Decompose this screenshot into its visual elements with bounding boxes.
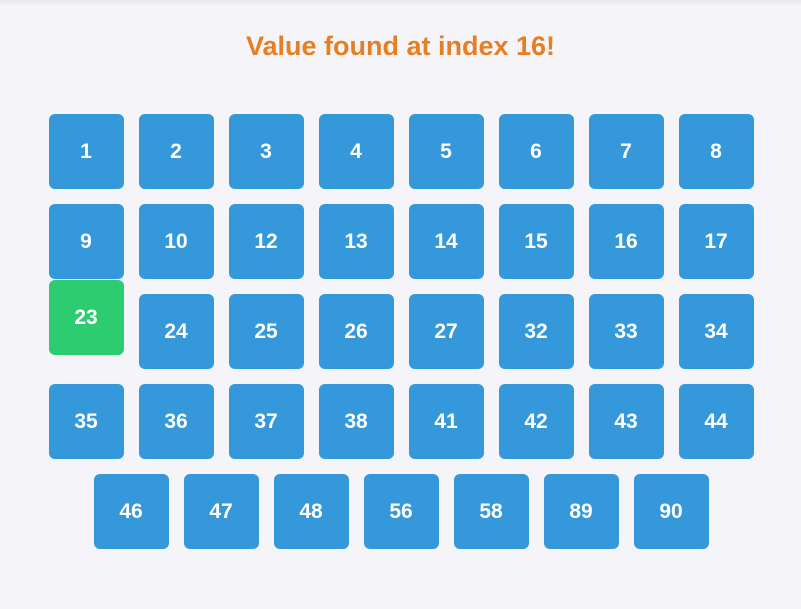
array-cell[interactable]: 7 [588, 114, 664, 189]
array-cell[interactable]: 5 [408, 114, 484, 189]
array-cell[interactable]: 48 [273, 474, 349, 549]
array-cell[interactable]: 14 [408, 204, 484, 279]
array-cell[interactable]: 6 [498, 114, 574, 189]
array-cell[interactable]: 1 [48, 114, 124, 189]
array-cell[interactable]: 27 [408, 294, 484, 369]
status-message: Value found at index 16! [245, 31, 556, 61]
array-cell[interactable]: 32 [498, 294, 574, 369]
array-cell[interactable]: 8 [678, 114, 754, 189]
array-cell[interactable]: 16 [588, 204, 664, 279]
array-cell[interactable]: 26 [318, 294, 394, 369]
array-cell[interactable]: 35 [48, 384, 124, 459]
array-cell-found[interactable]: 23 [48, 280, 124, 355]
array-cell[interactable]: 41 [408, 384, 484, 459]
array-cell[interactable]: 34 [678, 294, 754, 369]
array-cell[interactable]: 17 [678, 204, 754, 279]
array-cell[interactable]: 36 [138, 384, 214, 459]
array-cell[interactable]: 58 [453, 474, 529, 549]
array-cell[interactable]: 2 [138, 114, 214, 189]
array-grid: 1 2 3 4 5 6 7 8 9 10 12 13 14 15 16 17 23 24 25 26 27 32 33 34 3… [41, 106, 761, 556]
array-cell[interactable]: 9 [48, 204, 124, 279]
array-cell[interactable]: 13 [318, 204, 394, 279]
array-cell[interactable]: 90 [633, 474, 709, 549]
array-cell[interactable]: 3 [228, 114, 304, 189]
array-cell[interactable]: 89 [543, 474, 619, 549]
array-cell[interactable]: 4 [318, 114, 394, 189]
array-cell[interactable]: 46 [93, 474, 169, 549]
header-shadow [0, 0, 801, 6]
array-cell[interactable]: 33 [588, 294, 664, 369]
array-cell[interactable]: 44 [678, 384, 754, 459]
array-cell[interactable]: 15 [498, 204, 574, 279]
array-cell[interactable]: 38 [318, 384, 394, 459]
array-cell[interactable]: 42 [498, 384, 574, 459]
array-cell[interactable]: 12 [228, 204, 304, 279]
array-cell[interactable]: 25 [228, 294, 304, 369]
array-cell[interactable]: 10 [138, 204, 214, 279]
array-cell[interactable]: 43 [588, 384, 664, 459]
array-cell[interactable]: 37 [228, 384, 304, 459]
array-cell[interactable]: 24 [138, 294, 214, 369]
array-cell[interactable]: 56 [363, 474, 439, 549]
array-cell[interactable]: 47 [183, 474, 259, 549]
